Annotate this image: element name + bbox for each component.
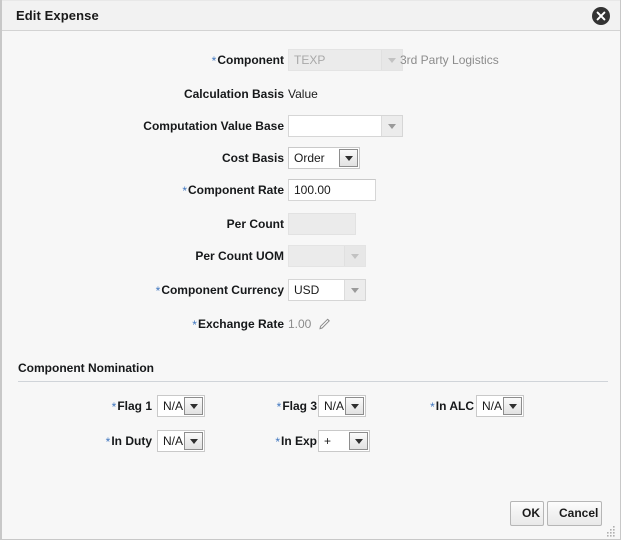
edit-expense-dialog: Edit Expense *Component TEXP 3rd Party L… xyxy=(0,0,621,540)
in-exp-label: *In Exp xyxy=(275,430,317,452)
cost-basis-field: Order xyxy=(288,147,360,169)
required-marker: * xyxy=(212,54,217,68)
field-row-per-count: Per Count xyxy=(2,213,621,235)
field-row-in-exp: *In Exp xyxy=(172,430,317,452)
component-rate-field: 100.00 xyxy=(288,179,376,201)
required-marker: * xyxy=(192,318,197,332)
chevron-down-icon[interactable] xyxy=(339,149,358,167)
component-currency-lov[interactable]: USD xyxy=(288,279,366,301)
field-row-component: *Component TEXP 3rd Party Logistics xyxy=(2,49,621,71)
per-count-uom-label: Per Count UOM xyxy=(44,245,284,267)
ok-button[interactable]: OK xyxy=(510,501,544,526)
per-count-uom-lov[interactable] xyxy=(288,245,366,267)
field-row-exchange-rate: *Exchange Rate 1.00 xyxy=(2,313,621,335)
per-count-input[interactable] xyxy=(288,213,356,235)
flag-1-label: *Flag 1 xyxy=(112,395,152,417)
per-count-uom-field xyxy=(288,245,366,267)
field-row-cost-basis: Cost Basis Order xyxy=(2,147,621,169)
in-exp-field: + xyxy=(318,430,370,452)
per-count-field xyxy=(288,213,356,235)
cost-basis-label: Cost Basis xyxy=(44,147,284,169)
computation-value-base-value xyxy=(289,116,381,136)
exchange-rate-field: 1.00 xyxy=(288,313,311,335)
in-alc-value: N/A xyxy=(477,396,503,416)
required-marker: * xyxy=(430,400,435,414)
cost-basis-value: Order xyxy=(289,148,339,168)
calculation-basis-label: Calculation Basis xyxy=(44,83,284,105)
component-currency-label: *Component Currency xyxy=(44,279,284,301)
component-value: TEXP xyxy=(289,50,381,70)
field-row-in-alc: *In ALC xyxy=(332,395,474,417)
computation-value-base-label: Computation Value Base xyxy=(44,115,284,137)
in-exp-value: + xyxy=(319,431,349,451)
computation-value-base-field xyxy=(288,115,403,137)
component-nomination-title: Component Nomination xyxy=(18,361,154,375)
flag-3-label: *Flag 3 xyxy=(277,395,317,417)
in-exp-select[interactable]: + xyxy=(318,430,370,452)
close-icon[interactable] xyxy=(592,7,610,25)
chevron-down-icon[interactable] xyxy=(344,280,365,300)
chevron-down-icon[interactable] xyxy=(381,50,402,70)
resize-grip-icon[interactable] xyxy=(605,524,616,535)
component-description: 3rd Party Logistics xyxy=(400,49,499,71)
in-alc-label: *In ALC xyxy=(430,395,474,417)
required-marker: * xyxy=(112,400,117,414)
in-alc-select[interactable]: N/A xyxy=(476,395,524,417)
field-row-computation-value-base: Computation Value Base xyxy=(2,115,621,137)
in-duty-label: *In Duty xyxy=(106,430,152,452)
dialog-titlebar: Edit Expense xyxy=(2,0,620,31)
component-currency-field: USD xyxy=(288,279,366,301)
field-row-component-currency: *Component Currency USD xyxy=(2,279,621,301)
chevron-down-icon[interactable] xyxy=(381,116,402,136)
exchange-rate-label: *Exchange Rate xyxy=(44,313,284,335)
required-marker: * xyxy=(277,400,282,414)
dialog-body: *Component TEXP 3rd Party Logistics Calc… xyxy=(2,31,620,539)
component-lov[interactable]: TEXP xyxy=(288,49,403,71)
in-alc-field: N/A xyxy=(476,395,524,417)
chevron-down-icon[interactable] xyxy=(503,397,522,415)
per-count-label: Per Count xyxy=(44,213,284,235)
chevron-down-icon[interactable] xyxy=(344,246,365,266)
exchange-rate-value: 1.00 xyxy=(288,313,311,335)
required-marker: * xyxy=(156,284,161,298)
section-divider xyxy=(18,381,608,382)
field-row-component-rate: *Component Rate 100.00 xyxy=(2,179,621,201)
calculation-basis-value: Value xyxy=(288,83,318,105)
component-rate-input[interactable]: 100.00 xyxy=(288,179,376,201)
chevron-down-icon[interactable] xyxy=(349,432,368,450)
field-row-in-duty: *In Duty xyxy=(2,430,152,452)
dialog-title: Edit Expense xyxy=(16,8,99,23)
component-field: TEXP xyxy=(288,49,403,71)
pencil-icon[interactable] xyxy=(318,317,332,331)
field-row-per-count-uom: Per Count UOM xyxy=(2,245,621,267)
required-marker: * xyxy=(275,435,280,449)
field-row-calculation-basis: Calculation Basis Value xyxy=(2,83,621,105)
field-row-flag-1: *Flag 1 xyxy=(2,395,152,417)
field-row-flag-3: *Flag 3 xyxy=(172,395,317,417)
required-marker: * xyxy=(106,435,111,449)
calculation-basis-field: Value xyxy=(288,83,318,105)
per-count-uom-value xyxy=(289,246,344,266)
computation-value-base-lov[interactable] xyxy=(288,115,403,137)
cancel-button[interactable]: Cancel xyxy=(547,501,602,526)
required-marker: * xyxy=(182,184,187,198)
component-label: *Component xyxy=(44,49,284,71)
cost-basis-select[interactable]: Order xyxy=(288,147,360,169)
component-currency-value: USD xyxy=(289,280,344,300)
component-rate-label: *Component Rate xyxy=(44,179,284,201)
